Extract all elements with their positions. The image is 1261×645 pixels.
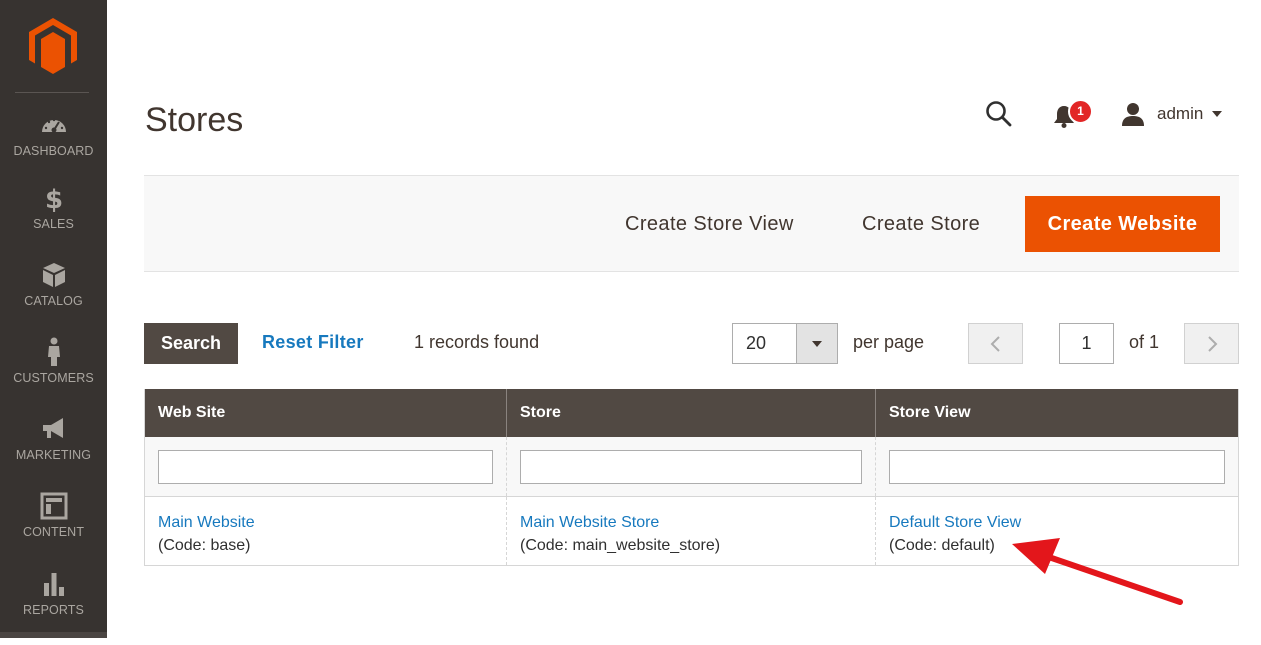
website-code: (Code: base) bbox=[158, 537, 251, 554]
chevron-down-icon bbox=[1212, 111, 1223, 117]
filter-cell bbox=[876, 437, 1238, 496]
per-page-label: per page bbox=[853, 332, 925, 352]
layout-icon bbox=[40, 492, 67, 520]
per-page-dropdown-toggle[interactable] bbox=[796, 324, 837, 363]
create-store-view-button[interactable]: Create Store View bbox=[605, 196, 814, 252]
user-icon bbox=[1122, 103, 1144, 126]
sidebar-item-label: MARKETING bbox=[15, 448, 92, 462]
grid-header-row: Web Site Store Store View bbox=[145, 389, 1238, 437]
previous-page-button[interactable] bbox=[968, 323, 1023, 364]
logo-divider bbox=[15, 92, 89, 93]
per-page-value: 20 bbox=[746, 333, 767, 353]
notification-count-badge[interactable]: 1 bbox=[1068, 99, 1093, 124]
web-site-filter-input[interactable] bbox=[158, 450, 493, 484]
chevron-right-icon bbox=[1208, 336, 1218, 352]
user-account-menu[interactable]: admin bbox=[1120, 100, 1223, 128]
page-actions-bar: Create Store View Create Store Create We… bbox=[144, 175, 1239, 272]
per-page-select[interactable]: 20 bbox=[732, 323, 838, 364]
sidebar-item-content[interactable]: CONTENT bbox=[0, 491, 107, 567]
search-button[interactable]: Search bbox=[144, 323, 238, 364]
sidebar-item-label: CATALOG bbox=[24, 294, 83, 308]
grid-filter-row bbox=[145, 437, 1238, 497]
sidebar-item-label: REPORTS bbox=[23, 603, 84, 617]
web-site-cell: Main Website (Code: base) bbox=[145, 497, 507, 565]
column-header-web-site[interactable]: Web Site bbox=[145, 389, 507, 437]
sidebar-item-label: SALES bbox=[33, 217, 74, 231]
create-website-button[interactable]: Create Website bbox=[1025, 196, 1220, 252]
chevron-left-icon bbox=[990, 336, 1000, 352]
page-total: of 1 bbox=[1129, 332, 1160, 352]
sidebar-next-item-edge bbox=[0, 632, 107, 638]
sidebar-item-customers[interactable]: CUSTOMERS bbox=[0, 337, 107, 413]
sidebar-item-label: DASHBOARD bbox=[13, 144, 94, 158]
sidebar-item-marketing[interactable]: MARKETING bbox=[0, 414, 107, 490]
svg-text:$: $ bbox=[44, 185, 62, 213]
sidebar-item-catalog[interactable]: CATALOG bbox=[0, 260, 107, 336]
store-filter-input[interactable] bbox=[520, 450, 862, 484]
chevron-down-icon bbox=[812, 341, 822, 347]
sidebar-item-dashboard[interactable]: DASHBOARD bbox=[0, 110, 107, 186]
annotation-arrow bbox=[1012, 538, 1183, 605]
current-page-input[interactable] bbox=[1059, 323, 1114, 364]
magento-logo[interactable] bbox=[28, 18, 78, 74]
create-store-button[interactable]: Create Store bbox=[842, 196, 1000, 252]
filter-cell bbox=[507, 437, 876, 496]
reset-filter-link[interactable]: Reset Filter bbox=[262, 332, 364, 353]
column-header-store-view[interactable]: Store View bbox=[876, 389, 1238, 437]
bar-chart-icon bbox=[43, 573, 64, 596]
search-icon[interactable] bbox=[984, 99, 1014, 129]
megaphone-icon bbox=[42, 418, 63, 438]
column-header-store[interactable]: Store bbox=[507, 389, 876, 437]
main-website-store-link[interactable]: Main Website Store bbox=[520, 511, 862, 534]
main-website-link[interactable]: Main Website bbox=[158, 511, 493, 534]
filter-cell bbox=[145, 437, 507, 496]
store-cell: Main Website Store (Code: main_website_s… bbox=[507, 497, 876, 565]
sidebar-item-label: CONTENT bbox=[22, 525, 85, 539]
store-view-filter-input[interactable] bbox=[889, 450, 1225, 484]
user-name: admin bbox=[1157, 104, 1204, 123]
person-icon bbox=[47, 337, 60, 366]
sidebar-item-label: CUSTOMERS bbox=[13, 371, 94, 385]
admin-sidebar: DASHBOARD $ SALES CATALOG CUSTOMERS MARK… bbox=[0, 0, 107, 638]
records-found-count: 1 records found bbox=[414, 332, 540, 352]
dashboard-icon bbox=[41, 118, 66, 133]
box-icon bbox=[42, 263, 65, 287]
store-code: (Code: main_website_store) bbox=[520, 537, 721, 554]
sidebar-item-sales[interactable]: $ SALES bbox=[0, 183, 107, 259]
dollar-icon: $ bbox=[44, 185, 62, 213]
next-page-button[interactable] bbox=[1184, 323, 1239, 364]
page-title: Stores bbox=[145, 101, 244, 139]
